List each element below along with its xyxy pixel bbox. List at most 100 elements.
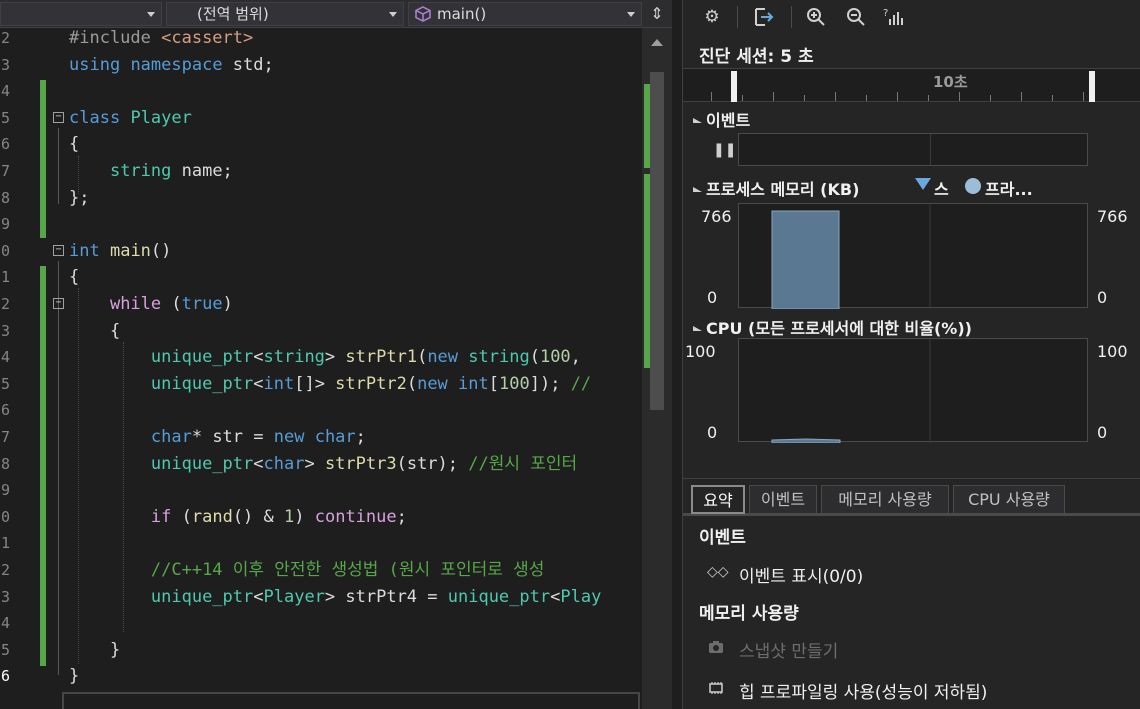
tab-memory-usage[interactable]: 메모리 사용량 (821, 485, 949, 514)
camera-icon (707, 640, 725, 658)
code-token: } (69, 666, 80, 687)
scrollbar-thumb[interactable] (650, 72, 664, 410)
editor-scrollbar[interactable] (642, 28, 672, 709)
tab-cpu-usage[interactable]: CPU 사용량 (953, 485, 1065, 514)
code-token: true (181, 294, 223, 314)
scope-dropdown[interactable]: (전역 범위) (166, 2, 404, 26)
code-line[interactable]: 2 //C++14 이후 안전한 생성법 (원시 포인터로 생성 (0, 557, 642, 584)
zoom-out-button[interactable] (843, 4, 869, 30)
export-icon (755, 8, 774, 26)
code-line[interactable]: 0 if (rand() & 1) continue; (0, 504, 642, 531)
line-number: 5 (0, 108, 10, 127)
code-line[interactable]: 6{ (0, 131, 642, 158)
chevron-down-icon (147, 12, 155, 17)
project-dropdown[interactable] (0, 2, 162, 26)
code-line[interactable]: 6} (0, 663, 642, 690)
split-window-button[interactable]: ⇕ (645, 3, 669, 25)
timeline-start-handle[interactable] (731, 71, 737, 102)
timeline-ruler[interactable]: 10초 (683, 68, 1140, 102)
code-line[interactable]: 7 string name; (0, 158, 642, 185)
cpu-chart[interactable] (738, 338, 1088, 443)
code-token: while (109, 294, 162, 314)
code-line[interactable]: 2 while (true) (0, 291, 642, 318)
code-line[interactable]: 8}; (0, 185, 642, 212)
code-line[interactable]: 4 (0, 78, 642, 105)
code-token: (str); (396, 453, 469, 474)
code-token: ]); (529, 373, 571, 394)
code-token: Player (263, 586, 325, 607)
heap-profiling-link[interactable]: 힙 프로파일링 사용(성능이 저하됨) (739, 678, 987, 703)
code-line[interactable]: 5 } (0, 637, 642, 664)
cpu-area (771, 438, 841, 443)
code-line[interactable]: 0 int main() (0, 238, 642, 265)
code-line[interactable]: 1{ (0, 264, 642, 291)
code-line[interactable]: 4 unique_ptr<string> strPtr1(new string(… (0, 344, 642, 371)
ruler-tick (990, 95, 991, 101)
code-token: namespace (130, 54, 223, 75)
navigation-bar: (전역 범위) main() ⇕ (0, 0, 672, 28)
line-number: 4 (0, 614, 10, 633)
export-button[interactable] (751, 4, 777, 30)
memory-axis-max-left: 766 (701, 207, 732, 226)
code-token: string (109, 161, 172, 181)
code-line[interactable]: 9 (0, 477, 642, 504)
private-bytes-legend-icon (965, 178, 981, 194)
code-token: * str = (191, 427, 274, 447)
code-text: }; (69, 185, 89, 212)
memory-area (771, 210, 840, 309)
diagnostic-tools-panel: ⚙ ? 진단 세션: 5 초 10초 이벤트 ❚❚ 프로세스 메모리 (KB) … (682, 0, 1140, 709)
code-line[interactable]: 7 char* str = new char; (0, 424, 642, 451)
timeline-end-handle[interactable] (1089, 71, 1095, 102)
code-line[interactable]: 1 (0, 530, 642, 557)
method-cube-icon (415, 6, 431, 22)
take-snapshot-link[interactable]: 스냅샷 만들기 (739, 637, 838, 662)
memory-section-header[interactable]: 프로세스 메모리 (KB) (693, 176, 859, 200)
show-events-link[interactable]: 이벤트 표시(0/0) (739, 562, 863, 587)
cpu-chart-plot (771, 339, 931, 443)
pause-icon[interactable]: ❚❚ (713, 142, 736, 158)
ruler-tick (835, 92, 836, 101)
code-editor: (전역 범위) main() ⇕ − − − 2 #include <casser… (0, 0, 672, 709)
reset-zoom-button[interactable]: ? (881, 4, 907, 30)
code-line[interactable]: 5 class Player (0, 105, 642, 132)
code-token: []> (294, 373, 336, 394)
code-token: ( (406, 373, 418, 394)
code-line[interactable]: 8 unique_ptr<char> strPtr3(str); //원시 포인… (0, 451, 642, 478)
cpu-section-header[interactable]: CPU (모든 프로세서에 대한 비율(%)) (693, 315, 972, 339)
settings-button[interactable]: ⚙ (699, 4, 725, 30)
code-token: using (69, 54, 121, 75)
code-token: 100 (539, 347, 571, 368)
line-number: 5 (0, 374, 10, 393)
scroll-up-arrow-icon[interactable] (651, 39, 663, 46)
code-text: //C++14 이후 안전한 생성법 (원시 포인터로 생성 (69, 557, 545, 584)
events-track[interactable] (738, 133, 1088, 166)
code-area[interactable]: − − − 2 #include <cassert> 3 using namespac… (0, 28, 642, 709)
tab-events[interactable]: 이벤트 (749, 485, 817, 514)
tab-summary[interactable]: 요약 (691, 485, 745, 514)
code-line[interactable]: 2 #include <cassert> (0, 28, 642, 52)
memory-chart[interactable] (738, 203, 1088, 309)
code-line[interactable]: 9 (0, 211, 642, 238)
line-number: 1 (0, 534, 10, 553)
events-section-header[interactable]: 이벤트 (693, 107, 750, 131)
cpu-axis-max-left: 100 (685, 342, 716, 361)
code-line[interactable]: 4 (0, 610, 642, 637)
cpu-header-label: CPU (모든 프로세서에 대한 비율(%)) (706, 319, 972, 338)
code-token: Player (130, 107, 192, 128)
zoom-in-button[interactable] (803, 4, 829, 30)
code-line[interactable]: 3 unique_ptr<Player> strPtr4 = unique_pt… (0, 584, 642, 611)
code-line[interactable]: 3 { (0, 318, 642, 345)
code-line[interactable]: 3 using namespace std; (0, 52, 642, 79)
code-line[interactable]: 5 unique_ptr<int[]> strPtr2(new int[100]… (0, 371, 642, 398)
private-bytes-legend-label: 프라... (985, 180, 1033, 199)
code-line[interactable]: 6 (0, 397, 642, 424)
code-token: { (69, 267, 80, 288)
code-token: }; (69, 187, 90, 208)
zoom-out-icon (847, 8, 865, 26)
member-dropdown[interactable]: main() (408, 2, 642, 26)
